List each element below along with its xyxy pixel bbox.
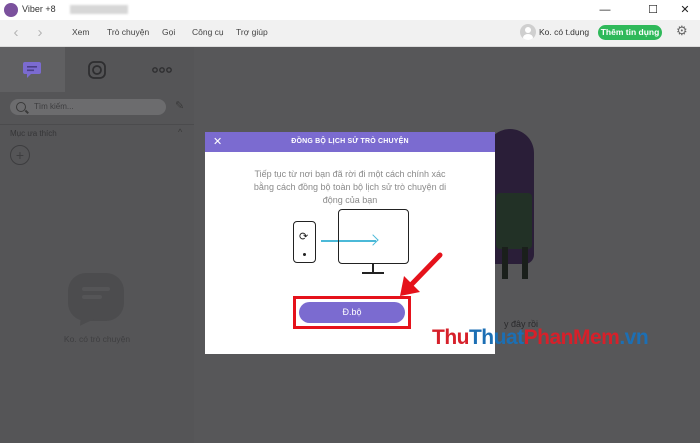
sync-button[interactable]: Đ.bộ: [299, 302, 405, 323]
empty-chat-icon: [68, 273, 124, 321]
divider: [0, 124, 194, 125]
add-favorite-button[interactable]: +: [10, 145, 30, 165]
watermark-part: PhanMem: [523, 326, 620, 349]
bench-back: [496, 193, 532, 249]
menu-calls[interactable]: Gọi: [162, 27, 175, 37]
chat-bubble-icon: [23, 62, 41, 78]
username[interactable]: Ko. có t.dụng: [539, 27, 589, 37]
tab-chats[interactable]: [0, 47, 65, 92]
blurred-phone-number: [70, 5, 128, 14]
close-button[interactable]: ✕: [672, 1, 698, 19]
bench-leg: [502, 247, 508, 279]
watermark-part: Thu: [432, 326, 469, 349]
phone-home-button: [303, 253, 306, 256]
avatar[interactable]: [520, 24, 536, 40]
dialog-title: ĐỒNG BỘ LỊCH SỬ TRÒ CHUYỆN: [291, 138, 409, 145]
phone-icon: ⟳: [293, 221, 316, 263]
empty-chats-text: Ko. có trò chuyện: [63, 334, 131, 344]
tab-public[interactable]: [65, 47, 130, 92]
dialog-description: Tiếp tục từ nơi bạn đã rời đi một cách c…: [253, 169, 447, 205]
chevron-up-icon[interactable]: ^: [178, 127, 182, 137]
title-bar: Viber +8 — ☐ ✕: [0, 0, 700, 20]
maximize-button[interactable]: ☐: [640, 1, 666, 19]
bench-leg: [522, 247, 528, 279]
back-arrow-icon[interactable]: ‹: [6, 23, 26, 43]
sidebar: Tìm kiếm... ✎ Mục ưa thích ^ + Ko. có tr…: [0, 47, 194, 443]
gear-icon[interactable]: ⚙: [676, 23, 688, 39]
search-placeholder: Tìm kiếm...: [34, 102, 74, 111]
add-contact-button[interactable]: Thêm tin dụng: [598, 25, 662, 40]
empty-chat-line: [82, 295, 102, 299]
search-icon: [16, 102, 26, 112]
instagram-like-icon: [88, 61, 106, 79]
dialog-header: ✕ ĐỒNG BỘ LỊCH SỬ TRÒ CHUYỆN: [205, 132, 495, 152]
watermark: ThuThuatPhanMem.vn: [432, 326, 649, 350]
forward-arrow-icon[interactable]: ›: [30, 23, 50, 43]
sync-icon: ⟳: [299, 231, 309, 243]
tab-more[interactable]: [130, 47, 195, 92]
watermark-part: .vn: [619, 326, 649, 349]
nav-bar: ‹ › Xem Trò chuyện Gọi Công cụ Trợ giúp …: [0, 20, 700, 47]
empty-chat-line: [82, 287, 110, 291]
window-title: Viber +8: [22, 4, 56, 14]
bench-illustration: [496, 193, 534, 279]
minimize-button[interactable]: —: [592, 1, 618, 19]
menu-view[interactable]: Xem: [72, 27, 89, 37]
sidebar-tabs: [0, 47, 194, 92]
favorites-label: Mục ưa thích: [10, 129, 57, 138]
red-arrow-icon: [400, 252, 443, 296]
compose-icon[interactable]: ✎: [175, 100, 187, 112]
viber-logo-icon: [4, 3, 18, 17]
menu-help[interactable]: Trợ giúp: [236, 27, 268, 37]
monitor-base: [362, 272, 384, 274]
menu-chats[interactable]: Trò chuyện: [107, 27, 149, 37]
sync-history-dialog: ✕ ĐỒNG BỘ LỊCH SỬ TRÒ CHUYỆN Tiếp tục từ…: [205, 132, 495, 354]
watermark-part: Thuat: [468, 326, 524, 349]
more-dots-icon: [152, 67, 172, 73]
menu-tools[interactable]: Công cụ: [192, 27, 224, 37]
search-input[interactable]: Tìm kiếm...: [10, 99, 166, 115]
